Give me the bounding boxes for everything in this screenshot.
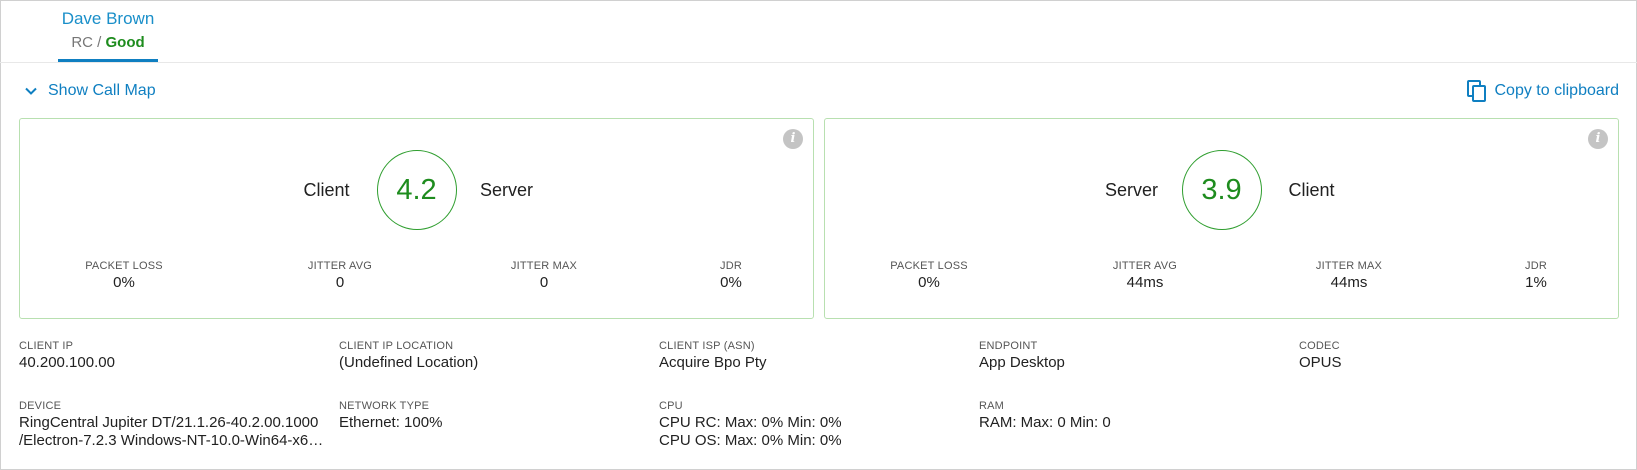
copy-to-clipboard-button[interactable]: Copy to clipboard <box>1467 79 1619 103</box>
detail-endpoint: ENDPOINT App Desktop <box>979 340 1289 372</box>
detail-codec: CODEC OPUS <box>1299 340 1609 372</box>
metric-label: JITTER MAX <box>1315 260 1383 272</box>
detail-cpu: CPU CPU RC: Max: 0% Min: 0% CPU OS: Max:… <box>659 400 969 450</box>
metric-jdr: JDR 1% <box>1525 260 1547 291</box>
to-label: Client <box>1288 179 1335 200</box>
detail-label: ENDPOINT <box>979 340 1038 352</box>
detail-value: (Undefined Location) <box>339 354 479 371</box>
detail-label: CLIENT ISP (ASN) <box>659 340 755 352</box>
detail-value: OPUS <box>1299 354 1342 371</box>
score-row: Client 4.2 Server <box>20 150 813 230</box>
metric-packet-loss: PACKET LOSS 0% <box>85 260 163 291</box>
show-call-map-toggle[interactable]: Show Call Map <box>24 80 156 102</box>
metric-label: JITTER AVG <box>1112 260 1178 272</box>
detail-ram: RAM RAM: Max: 0 Min: 0 <box>979 400 1289 432</box>
detail-label: RAM <box>979 400 1005 412</box>
mos-score: 4.2 <box>376 150 457 230</box>
metric-label: JDR <box>720 260 742 272</box>
chevron-down-icon <box>25 87 37 95</box>
metric-label: JDR <box>1525 260 1547 272</box>
metric-value: 0 <box>335 274 345 291</box>
mos-score: 3.9 <box>1181 150 1262 230</box>
metric-label: PACKET LOSS <box>890 260 968 272</box>
metric-jdr: JDR 0% <box>720 260 742 291</box>
participant-source: RC <box>71 34 93 51</box>
metric-value: 0% <box>720 274 742 291</box>
detail-value-line2: /Electron-7.2.3 Windows-NT-10.0-Win64-x6… <box>19 432 329 449</box>
metric-value: 44ms <box>1126 274 1164 291</box>
metric-value: 1% <box>1525 274 1547 291</box>
copy-icon <box>1467 80 1487 102</box>
quality-badge: Good <box>105 34 145 51</box>
detail-value: RAM: Max: 0 Min: 0 <box>979 414 1111 431</box>
score-row: Server 3.9 Client <box>825 150 1618 230</box>
detail-label: CODEC <box>1299 340 1340 352</box>
metrics-row: PACKET LOSS 0% JITTER AVG 0 JITTER MAX 0… <box>20 260 813 300</box>
metric-value: 0% <box>918 274 940 291</box>
server-to-client-card: i Server 3.9 Client PACKET LOSS 0% JITTE… <box>824 118 1619 319</box>
detail-label: CLIENT IP <box>19 340 74 352</box>
detail-value-line1: RingCentral Jupiter DT/21.1.26-40.2.00.1… <box>19 414 319 431</box>
detail-client-ip: CLIENT IP 40.200.100.00 <box>19 340 329 372</box>
metric-packet-loss: PACKET LOSS 0% <box>890 260 968 291</box>
detail-device: DEVICE RingCentral Jupiter DT/21.1.26-40… <box>19 400 329 450</box>
metric-label: PACKET LOSS <box>85 260 163 272</box>
metrics-row: PACKET LOSS 0% JITTER AVG 44ms JITTER MA… <box>825 260 1618 300</box>
metric-value: 0 <box>539 274 549 291</box>
to-label: Server <box>479 179 533 200</box>
from-label: Client <box>303 179 350 200</box>
from-label: Server <box>1104 179 1158 200</box>
metric-value: 44ms <box>1330 274 1368 291</box>
metric-value: 0% <box>113 274 135 291</box>
header-divider <box>0 62 1637 63</box>
info-icon[interactable]: i <box>783 129 803 149</box>
detail-client-ip-location: CLIENT IP LOCATION (Undefined Location) <box>339 340 649 372</box>
show-call-map-label: Show Call Map <box>48 82 156 99</box>
metric-jitter-avg: JITTER AVG 0 <box>308 260 372 291</box>
info-icon[interactable]: i <box>1588 129 1608 149</box>
metric-label: JITTER AVG <box>307 260 373 272</box>
metric-label: JITTER MAX <box>510 260 578 272</box>
copy-to-clipboard-label: Copy to clipboard <box>1494 82 1619 99</box>
detail-value: Acquire Bpo Pty <box>659 354 767 371</box>
detail-label: DEVICE <box>19 400 62 412</box>
metric-jitter-max: JITTER MAX 0 <box>511 260 577 291</box>
detail-client-isp: CLIENT ISP (ASN) Acquire Bpo Pty <box>659 340 969 372</box>
participant-name: Dave Brown <box>61 9 155 28</box>
detail-value: Ethernet: 100% <box>339 414 443 431</box>
client-to-server-card: i Client 4.2 Server PACKET LOSS 0% JITTE… <box>19 118 814 319</box>
detail-value: App Desktop <box>979 354 1065 371</box>
detail-network-type: NETWORK TYPE Ethernet: 100% <box>339 400 649 432</box>
participant-tab[interactable]: Dave Brown RC / Good <box>58 0 158 62</box>
detail-value: 40.200.100.00 <box>19 354 115 371</box>
detail-value-line2: CPU OS: Max: 0% Min: 0% <box>659 432 842 449</box>
quality-separator: / <box>93 34 106 51</box>
metric-jitter-max: JITTER MAX 44ms <box>1316 260 1382 291</box>
detail-value-line1: CPU RC: Max: 0% Min: 0% <box>659 414 842 431</box>
detail-label: NETWORK TYPE <box>339 400 430 412</box>
participant-quality: RC / Good <box>58 34 158 51</box>
detail-label: CLIENT IP LOCATION <box>339 340 454 352</box>
metric-jitter-avg: JITTER AVG 44ms <box>1113 260 1177 291</box>
detail-label: CPU <box>659 400 683 412</box>
